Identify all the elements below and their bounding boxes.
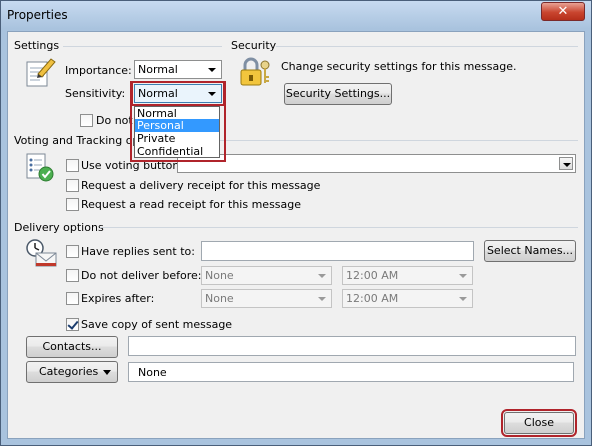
delivery-options-header: Delivery options	[14, 221, 104, 234]
contacts-input[interactable]	[128, 336, 576, 356]
importance-value: Normal	[138, 63, 178, 76]
read-receipt-checkbox[interactable]	[66, 198, 79, 211]
voting-buttons-select[interactable]	[177, 154, 576, 173]
chevron-down-icon	[456, 292, 470, 305]
contacts-button[interactable]: Contacts...	[26, 336, 118, 358]
deliver-before-time-select[interactable]: 12:00 AM	[342, 266, 473, 285]
chevron-down-icon	[205, 63, 219, 76]
security-divider	[276, 46, 578, 47]
deliver-before-date-select[interactable]: None	[201, 266, 332, 285]
clock-envelope-icon	[24, 237, 58, 269]
deliver-before-time-value: 12:00 AM	[346, 269, 399, 282]
expires-date-select[interactable]: None	[201, 289, 332, 308]
close-button[interactable]: Close	[501, 409, 577, 437]
voting-tracking-header: Voting and Tracking optio	[14, 134, 154, 147]
deliver-before-date-value: None	[205, 269, 234, 282]
expires-time-value: 12:00 AM	[346, 292, 399, 305]
sensitivity-select[interactable]: Normal	[131, 81, 225, 106]
do-not-autoarchive-checkbox[interactable]	[80, 114, 93, 127]
sensitivity-option-personal[interactable]: Personal	[135, 119, 219, 132]
save-copy-checkbox[interactable]	[66, 318, 79, 331]
dialog-body: Settings Importance: Normal Sensitivity:…	[7, 31, 585, 439]
checklist-icon	[24, 152, 56, 184]
chevron-down-icon	[315, 292, 329, 305]
have-replies-sent-to-checkbox[interactable]	[66, 245, 79, 258]
have-replies-sent-to-label: Have replies sent to:	[81, 245, 195, 258]
expires-time-select[interactable]: 12:00 AM	[342, 289, 473, 308]
expires-after-label: Expires after:	[81, 292, 155, 305]
settings-header: Settings	[14, 39, 60, 52]
read-receipt-label: Request a read receipt for this message	[81, 198, 302, 211]
notepad-pencil-icon	[24, 56, 56, 88]
window-close-button[interactable]: ✕	[541, 2, 585, 21]
security-settings-button[interactable]: Security Settings...	[284, 83, 392, 105]
properties-dialog: Properties ✕ Settings Importance: Normal…	[0, 0, 592, 446]
window-title: Properties	[7, 8, 68, 22]
delivery-receipt-label: Request a delivery receipt for this mess…	[81, 179, 321, 192]
do-not-deliver-before-label: Do not deliver before:	[81, 269, 202, 282]
chevron-down-icon	[205, 87, 219, 100]
categories-value: None	[138, 366, 167, 379]
importance-select[interactable]: Normal	[134, 60, 222, 79]
sensitivity-option-private[interactable]: Private	[135, 132, 219, 145]
categories-button[interactable]: Categories	[26, 361, 118, 383]
replies-sent-to-input[interactable]	[201, 241, 474, 261]
categories-button-label: Categories	[39, 365, 99, 378]
save-copy-label: Save copy of sent message	[81, 318, 233, 331]
chevron-down-icon	[559, 157, 573, 170]
sensitivity-value: Normal	[138, 87, 178, 100]
chevron-down-icon	[456, 269, 470, 282]
sensitivity-label: Sensitivity:	[65, 87, 126, 100]
delivery-divider	[100, 227, 578, 228]
sensitivity-dropdown-list: Normal Personal Private Confidential	[134, 106, 220, 158]
settings-divider	[63, 46, 222, 47]
sensitivity-option-confidential[interactable]: Confidential	[135, 145, 219, 158]
expires-after-checkbox[interactable]	[66, 292, 79, 305]
lock-keys-icon	[238, 56, 272, 88]
title-bar: Properties ✕	[1, 1, 591, 29]
importance-label: Importance:	[65, 64, 132, 77]
use-voting-buttons-label: Use voting buttons:	[81, 159, 189, 172]
security-description: Change security settings for this messag…	[281, 60, 517, 73]
select-names-button[interactable]: Select Names...	[484, 240, 576, 262]
use-voting-buttons-checkbox[interactable]	[66, 159, 79, 172]
chevron-down-icon	[103, 370, 111, 375]
chevron-down-icon	[315, 269, 329, 282]
do-not-deliver-before-checkbox[interactable]	[66, 269, 79, 282]
expires-date-value: None	[205, 292, 234, 305]
categories-input[interactable]: None	[128, 362, 574, 382]
security-header: Security	[231, 39, 277, 52]
delivery-receipt-checkbox[interactable]	[66, 179, 79, 192]
